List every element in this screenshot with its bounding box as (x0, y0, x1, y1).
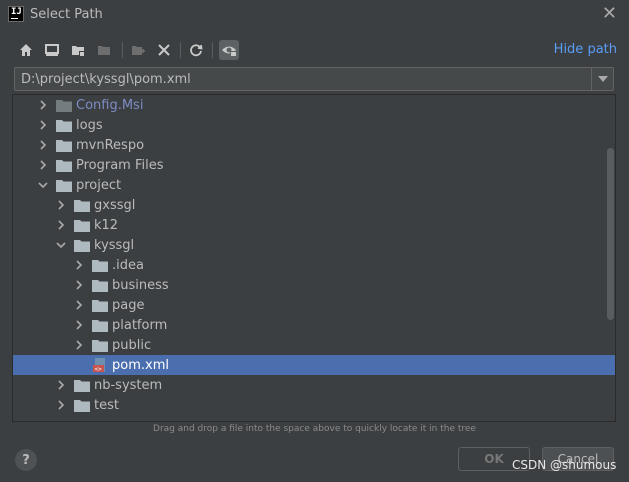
tree-item-label: page (112, 297, 145, 313)
folder-icon (92, 338, 108, 352)
tree-folder-item[interactable]: kyssgl (13, 235, 615, 255)
drag-drop-hint: Drag and drop a file into the space abov… (153, 424, 476, 434)
file-tree[interactable]: Config.Msi logs mvnRespo Program Files proje… (12, 94, 616, 422)
tree-folder-item[interactable]: k12 (13, 215, 615, 235)
home-icon[interactable] (16, 40, 36, 60)
chevron-right-icon[interactable] (37, 99, 49, 111)
folder-icon (74, 218, 90, 232)
dialog-title: Select Path (30, 7, 103, 22)
tree-item-label: business (112, 277, 169, 293)
chevron-down-icon[interactable] (37, 179, 49, 191)
tree-item-label: Program Files (76, 157, 164, 173)
tree-item-label: kyssgl (94, 237, 135, 253)
tree-folder-item[interactable]: nb-system (13, 375, 615, 395)
toolbar-separator (122, 42, 123, 58)
tree-item-label: public (112, 337, 152, 353)
folder-icon (74, 378, 90, 392)
tree-item-label: mvnRespo (76, 137, 145, 153)
tree-folder-item[interactable]: logs (13, 115, 615, 135)
tree-scrollbar[interactable] (607, 148, 614, 320)
tree-item-label: Config.Msi (76, 97, 144, 113)
chevron-right-icon[interactable] (37, 119, 49, 131)
toolbar (14, 38, 254, 62)
tree-folder-item[interactable]: project (13, 175, 615, 195)
tree-folder-item[interactable]: mvnRespo (13, 135, 615, 155)
intellij-logo-icon: IJ (8, 6, 24, 22)
desktop-icon[interactable] (42, 40, 62, 60)
refresh-icon[interactable] (186, 40, 206, 60)
chevron-right-icon[interactable] (55, 199, 67, 211)
tree-folder-item[interactable]: .idea (13, 255, 615, 275)
folder-icon (56, 118, 72, 132)
chevron-right-icon[interactable] (73, 339, 85, 351)
folder-icon (92, 318, 108, 332)
tree-item-label: .idea (112, 257, 144, 273)
tree-folder-item[interactable]: Config.Msi (13, 95, 615, 115)
tree-folder-item[interactable]: page (13, 295, 615, 315)
chevron-right-icon[interactable] (55, 219, 67, 231)
close-icon[interactable]: ✕ (602, 3, 617, 24)
watermark: CSDN @shumous (512, 458, 617, 472)
toolbar-separator (212, 42, 213, 58)
maven-file-icon: <> (92, 358, 108, 373)
folder-icon (92, 258, 108, 272)
chevron-right-icon[interactable] (73, 279, 85, 291)
folder-icon (74, 198, 90, 212)
tree-item-label: nb-system (94, 377, 163, 393)
folder-icon (56, 98, 72, 112)
delete-icon[interactable] (154, 40, 174, 60)
tree-folder-item[interactable]: test (13, 395, 615, 415)
project-folder-icon[interactable] (68, 40, 88, 60)
svg-text:<>: <> (95, 366, 103, 373)
tree-item-label: logs (76, 117, 103, 133)
chevron-right-icon[interactable] (55, 399, 67, 411)
tree-folder-item[interactable]: platform (13, 315, 615, 335)
folder-icon (56, 158, 72, 172)
tree-item-label: k12 (94, 217, 119, 233)
tree-folder-item[interactable]: business (13, 275, 615, 295)
toolbar-separator (180, 42, 181, 58)
help-button[interactable]: ? (15, 449, 37, 471)
folder-icon (74, 398, 90, 412)
folder-icon (56, 178, 72, 192)
title-bar: IJ Select Path ✕ (0, 0, 629, 30)
chevron-right-icon[interactable] (73, 299, 85, 311)
tree-folder-item[interactable]: gxssgl (13, 195, 615, 215)
chevron-right-icon[interactable] (73, 319, 85, 331)
tree-item-label: test (94, 397, 119, 413)
chevron-right-icon[interactable] (73, 259, 85, 271)
hide-path-link[interactable]: Hide path (554, 42, 617, 57)
chevron-down-icon[interactable] (591, 68, 613, 90)
tree-item-label: pom.xml (112, 357, 169, 373)
folder-icon (92, 298, 108, 312)
chevron-down-icon[interactable] (55, 239, 67, 251)
chevron-right-icon[interactable] (37, 139, 49, 151)
tree-folder-item[interactable]: Program Files (13, 155, 615, 175)
tree-item-label: platform (112, 317, 168, 333)
tree-item-label: project (76, 177, 122, 193)
show-hidden-icon[interactable] (219, 40, 239, 60)
path-input[interactable] (15, 68, 590, 90)
path-combobox[interactable] (14, 67, 614, 91)
tree-file-item[interactable]: <> pom.xml (13, 355, 615, 375)
folder-icon (74, 238, 90, 252)
folder-icon (56, 138, 72, 152)
folder-icon (92, 278, 108, 292)
tree-folder-item[interactable]: public (13, 335, 615, 355)
chevron-right-icon[interactable] (37, 159, 49, 171)
new-folder-icon[interactable] (128, 40, 148, 60)
tree-item-label: gxssgl (94, 197, 136, 213)
module-folder-icon[interactable] (94, 40, 114, 60)
chevron-right-icon[interactable] (55, 379, 67, 391)
